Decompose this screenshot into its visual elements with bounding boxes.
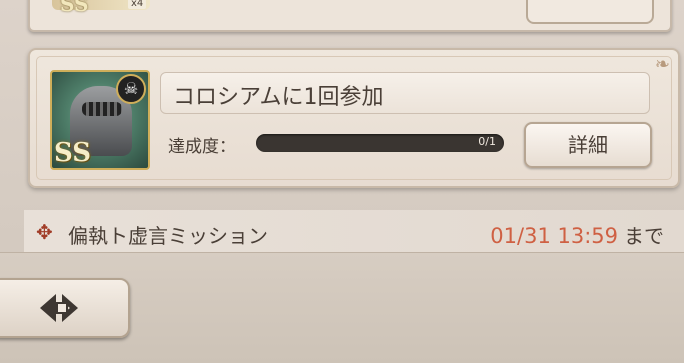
detail-button[interactable]: 詳細 xyxy=(524,122,652,168)
multiplier-label: x4 xyxy=(128,0,147,9)
back-button[interactable] xyxy=(0,278,130,338)
corner-ornament-icon: ❧ xyxy=(654,54,670,75)
progress-count: 0/1 xyxy=(478,135,496,148)
mission-title-box: コロシアムに1回参加 xyxy=(160,72,650,114)
unit-avatar: ☠ SS xyxy=(50,70,150,170)
progress-label: 達成度： xyxy=(168,137,236,157)
mission-title: コロシアムに1回参加 xyxy=(173,85,384,110)
knight-visor xyxy=(82,102,122,116)
section-until: まで xyxy=(624,224,664,248)
cross-icon: ✥ xyxy=(36,220,53,244)
mission-card-previous: SS x4 xyxy=(28,0,672,32)
section-deadline: 01/31 13:59 xyxy=(490,224,618,248)
mission-section-header: ✥ 偏執ト虚言ミッション 01/31 13:59 まで xyxy=(24,210,684,254)
rank-label: SS xyxy=(54,138,91,168)
back-arrow-icon xyxy=(40,294,78,322)
progress-bar: 0/1 xyxy=(256,134,504,152)
section-deadline-wrap: 01/31 13:59 まで xyxy=(490,220,664,249)
skull-icon: ☠ xyxy=(116,74,146,104)
mission-card: ❧ ☠ SS コロシアムに1回参加 達成度： 0/1 詳細 xyxy=(28,48,680,188)
rank-label: SS xyxy=(60,0,89,16)
section-title: 偏執ト虚言ミッション xyxy=(68,224,268,248)
detail-button-previous[interactable] xyxy=(526,0,654,24)
